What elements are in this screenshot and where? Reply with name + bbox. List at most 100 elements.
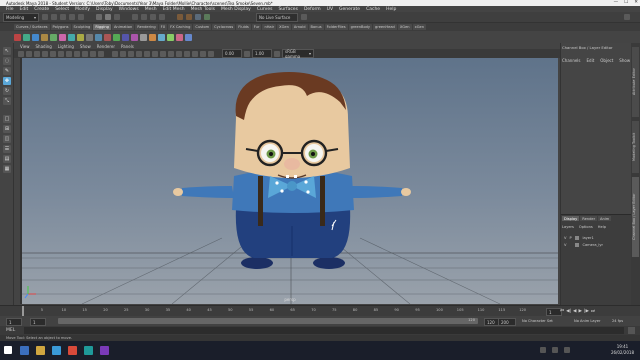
layout-side-icon[interactable]: ◫ [3,135,11,143]
menu-help[interactable]: Help [386,7,396,12]
menu-mesh-display[interactable]: Mesh Display [221,7,251,12]
menu-set-dropdown[interactable]: Modeling ▾ [3,12,39,22]
cluster-icon[interactable] [95,33,102,41]
pole-vector-icon[interactable] [185,33,192,41]
layer-menu-options[interactable]: Options [579,225,593,229]
shelf-tab-fluids[interactable]: Fluids [236,24,251,30]
edge-icon[interactable] [52,346,61,355]
insert-joint-icon[interactable] [41,33,48,41]
panel-menu-panels[interactable]: Panels [121,44,134,49]
render-frame-icon[interactable] [177,14,183,20]
start-frame-field[interactable]: 1 [6,318,22,326]
file-explorer-icon[interactable] [36,346,45,355]
panel-menu-show[interactable]: Show [80,44,91,49]
channel-menu-channels[interactable]: Channels [562,58,581,63]
play-back-icon[interactable]: ◀ [573,309,576,314]
smooth-bind-icon[interactable] [68,33,75,41]
attribute-editor-tab[interactable]: Attribute Editor [632,47,639,117]
range-bar[interactable]: 120 [58,318,478,324]
rotate-tool-icon[interactable]: ↻ [3,87,11,95]
hypershade-icon[interactable] [204,14,210,20]
select-object-icon[interactable] [105,14,111,20]
shelf-tab-greenbody[interactable]: greenBody [348,24,373,30]
shelf-tab-fx-caching[interactable]: FX Caching [168,24,193,30]
menu-deform[interactable]: Deform [304,7,321,12]
menu-mesh-tools[interactable]: Mesh Tools [191,7,215,12]
character-set-dropdown[interactable]: No Character Set [522,319,553,323]
maximize-button[interactable]: ☐ [624,0,628,5]
modeling-toolkit-tab[interactable]: Modeling Toolkit [632,121,639,173]
command-input[interactable] [24,327,624,334]
layer-visibility-toggle[interactable]: V [564,243,566,247]
layer-row[interactable]: V Player1 [564,236,594,240]
shelf-tab-rigging[interactable]: Rigging [93,24,111,30]
channel-box-tab[interactable]: Channel Box / Layer Editor [632,177,639,257]
lattice-icon[interactable] [104,33,111,41]
camera-attributes-icon[interactable] [26,50,32,57]
shelf-tab-bonus[interactable]: Bonus [308,24,324,30]
shelf-tab-xgen[interactable]: xGen [412,24,426,30]
xray-icon[interactable] [192,50,198,57]
cortana-icon[interactable] [20,346,29,355]
move-tool-icon[interactable]: ✥ [3,77,11,85]
select-tool-icon[interactable]: ↖ [3,47,11,55]
bookmark-icon[interactable] [34,50,40,57]
time-slider[interactable]: 5 10 15 20 25 30 35 40 45 50 55 60 65 70 75 80 85 90 95 100… [0,305,640,316]
anim-layer-dropdown[interactable]: No Anim Layer [574,319,600,323]
layout-four-icon[interactable]: ⊞ [3,125,11,133]
shelf-tab-fur[interactable]: Fur [251,24,262,30]
select-component-icon[interactable] [114,14,120,20]
menu-windows[interactable]: Windows [119,7,139,12]
image-plane-icon[interactable] [42,50,48,57]
shelf-tab-fx[interactable]: FX [158,24,168,30]
shelf-tab-animation[interactable]: Animation [111,24,135,30]
shelf-tab-nhair[interactable]: nHair [262,24,277,30]
gamma-field[interactable]: 1.00 [252,49,272,58]
lasso-tool-icon[interactable]: ◌ [3,57,11,65]
rigid-bind-icon[interactable] [77,33,84,41]
resolution-gate-icon[interactable] [66,50,72,57]
constraint-scale-icon[interactable] [167,33,174,41]
panel-menu-lighting[interactable]: Lighting [58,44,74,49]
layer-color-swatch[interactable] [575,243,580,247]
orient-joint-icon[interactable] [59,33,66,41]
motion-blur-icon[interactable] [168,50,174,57]
inner-start-field[interactable]: 1 [30,318,46,326]
scale-tool-icon[interactable]: ⤡ [3,97,11,105]
maya-taskbar-icon[interactable] [84,346,93,355]
select-hierarchy-icon[interactable] [96,14,102,20]
gamma-icon[interactable] [244,50,250,57]
layer-color-swatch[interactable] [575,236,580,240]
fps-dropdown[interactable]: 24 fps [612,319,623,323]
graph-layout-icon[interactable]: ▦ [3,165,11,173]
volume-icon[interactable] [552,347,558,353]
layer-tab-display[interactable]: Display [562,216,580,221]
field-chart-icon[interactable] [82,50,88,57]
step-back-icon[interactable]: ◀| [566,309,571,314]
menu-cache[interactable]: Cache [366,7,380,12]
menu-mesh[interactable]: Mesh [145,7,157,12]
redo-icon[interactable] [78,14,84,20]
film-gate-icon[interactable] [58,50,64,57]
safe-title-icon[interactable] [98,50,104,57]
menu-file[interactable]: File [6,7,14,12]
mirror-joint-icon[interactable] [50,33,57,41]
exposure-field[interactable]: 0.00 [222,49,242,58]
menu-edit-mesh[interactable]: Edit Mesh [163,7,185,12]
go-to-end-icon[interactable]: ⏭ [591,308,595,314]
menu-uv[interactable]: UV [327,7,333,12]
shelf-tab-xgen[interactable]: XGen [277,24,291,30]
shelf-tab-arnold[interactable]: Arnold [291,24,308,30]
ik-spline-icon[interactable] [32,33,39,41]
shadows-icon[interactable] [152,50,158,57]
system-clock[interactable]: 19:41 26/02/2018 [611,344,634,356]
menu-generate[interactable]: Generate [339,7,360,12]
menu-modify[interactable]: Modify [75,7,90,12]
close-button[interactable]: ✕ [634,0,638,5]
layer-playback-toggle[interactable]: P [569,236,572,240]
antialiasing-icon[interactable] [176,50,182,57]
shelf-tab-rendering[interactable]: Rendering [135,24,158,30]
gate-mask-icon[interactable] [74,50,80,57]
default-material-icon[interactable] [128,50,134,57]
panel-menu-renderer[interactable]: Renderer [97,44,115,49]
